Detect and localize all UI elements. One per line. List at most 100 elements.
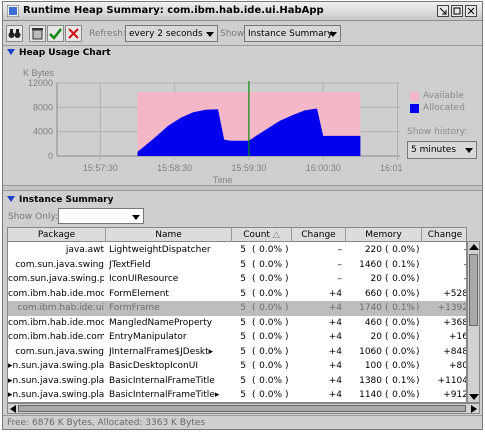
table-row[interactable]: ▸n.sun.java.swing.plaf.basic BasicInterna… <box>8 374 466 389</box>
instance-summary-section-header[interactable]: Instance Summary <box>7 195 114 205</box>
legend-available-label: Available <box>423 91 464 101</box>
heap-chart-section-header[interactable]: Heap Usage Chart <box>7 48 111 58</box>
col-name[interactable]: Name <box>106 228 232 242</box>
y-axis-label: K Bytes <box>23 68 55 78</box>
cell-memory: 1740 <box>359 303 382 313</box>
cell-memory-change: +528 <box>443 288 467 299</box>
cell-count-pct: 0.0% <box>259 390 282 400</box>
close-icon[interactable] <box>465 5 477 17</box>
table-row[interactable]: com.ibm.hab.ide.ui FormFrame 5(0.0%) +4 1740… <box>8 301 467 316</box>
cell-package: com.ibm.hab.ide.model <box>8 317 104 328</box>
col-memory[interactable]: Memory <box>346 228 422 242</box>
table-row[interactable]: com.sun.java.swing JInternalFrame$JDeskt▸… <box>8 345 466 360</box>
cell-mem-pct: 0.1% <box>392 303 415 313</box>
garbage-collect-button[interactable] <box>29 25 46 42</box>
cell-count-pct: 0.0% <box>259 375 282 386</box>
collapse-triangle-icon[interactable] <box>7 49 15 55</box>
collapse-triangle-icon[interactable] <box>7 196 15 202</box>
accept-button[interactable] <box>47 25 64 42</box>
cell-mem-pct: 0.0% <box>392 390 415 400</box>
legend-allocated-label: Allocated <box>423 103 465 113</box>
y-tick-label: 12000 <box>28 78 53 88</box>
cell-package: com.sun.java.swing <box>15 346 104 357</box>
col-count-change[interactable]: Change <box>292 228 346 242</box>
cell-count-paren-close: ) <box>285 245 289 255</box>
minimize-icon[interactable] <box>437 5 449 17</box>
chevron-down-icon <box>329 32 337 37</box>
cell-memory-change: – <box>422 245 467 255</box>
instance-summary-title: Instance Summary <box>19 195 114 205</box>
cell-package: com.ibm.hab.ide.common <box>8 332 104 342</box>
cell-mem-pct: 0.0% <box>392 274 415 284</box>
show-history-combo[interactable]: 5 minutes <box>407 141 477 159</box>
col-count-label: Count <box>243 230 270 240</box>
x-axis-label: Time <box>213 175 233 185</box>
table-row[interactable]: ▸n.sun.java.swing.plaf.basic BasicInterna… <box>8 388 467 402</box>
cell-count-change: – <box>337 245 343 255</box>
scroll-up-icon[interactable] <box>469 244 479 250</box>
cell-count: 5 <box>240 288 246 299</box>
col-package[interactable]: Package <box>8 228 106 242</box>
app-icon <box>7 5 19 17</box>
cell-count-pct: 0.0% <box>259 317 282 328</box>
cell-name: JInternalFrame$JDeskt▸ <box>109 346 214 357</box>
cell-memory: 1140 <box>359 390 382 400</box>
cell-count: 5 <box>240 245 246 255</box>
table-row[interactable]: java.awt LightweightDispatcher 5(0.0%) –220… <box>8 243 467 258</box>
cell-mem-pct: 0.1% <box>392 375 415 386</box>
show-history-value: 5 minutes <box>411 145 457 155</box>
refresh-label: Refresh: <box>89 29 127 39</box>
refresh-combo[interactable]: every 2 seconds <box>125 25 218 42</box>
col-count[interactable]: Count △ <box>232 228 292 242</box>
horizontal-scroll-thumb[interactable] <box>18 405 466 412</box>
cell-memory-change: +1392 <box>437 303 467 313</box>
show-only-combo[interactable] <box>58 208 144 224</box>
cell-count-pct: 0.0% <box>259 274 282 284</box>
vertical-scrollbar[interactable] <box>467 241 480 403</box>
refresh-combo-value: every 2 seconds <box>129 29 203 39</box>
table-row[interactable]: ▸n.sun.java.swing.plaf.basic BasicDesktop… <box>8 359 466 374</box>
scroll-left-icon[interactable] <box>10 405 16 413</box>
cell-count-pct: 0.0% <box>259 346 282 357</box>
scroll-down-icon[interactable] <box>469 394 479 400</box>
show-label: Show: <box>220 29 247 39</box>
cell-count-paren-close: ) <box>285 390 289 400</box>
maximize-icon[interactable] <box>451 5 463 17</box>
table-row[interactable]: com.ibm.hab.ide.commonEntryManipulator5(… <box>8 330 466 345</box>
table-row[interactable]: com.ibm.hab.ide.model FormElement 5(0.0%) +… <box>8 287 467 302</box>
cell-memory: 1060 <box>359 346 382 357</box>
cell-count: 5 <box>240 317 246 328</box>
vertical-scroll-thumb[interactable] <box>469 254 478 326</box>
x-tick-label: 16:01:30 <box>380 163 403 173</box>
binoculars-button[interactable] <box>6 25 23 42</box>
title-bar[interactable]: Runtime Heap Summary: com.ibm.hab.ide.ui… <box>3 2 482 21</box>
table-row[interactable]: com.ibm.hab.ide.model MangledNameProperty… <box>8 316 466 331</box>
cell-name: BasicDesktopIconUI <box>109 361 198 371</box>
y-tick-label: 4000 <box>33 127 53 137</box>
x-tick-label: 15:59:30 <box>231 163 266 173</box>
instance-table: Package Name Count △ Change Memory Chang… <box>7 227 467 403</box>
cell-count-paren-close: ) <box>285 303 289 313</box>
cell-count: 5 <box>240 375 246 386</box>
show-combo[interactable]: Instance Summary <box>244 25 341 42</box>
table-row[interactable]: com.sun.java.swing.plafIconUIResource5(0… <box>8 272 466 287</box>
horizontal-scrollbar[interactable] <box>7 403 480 414</box>
cell-memory: 660 <box>364 288 382 299</box>
status-bar: Free: 6876 K Bytes, Allocated: 3363 K By… <box>3 415 482 429</box>
scroll-right-icon[interactable] <box>471 405 477 413</box>
heap-summary-window: Runtime Heap Summary: com.ibm.hab.ide.ui… <box>2 1 483 430</box>
show-combo-value: Instance Summary <box>248 29 333 39</box>
cell-memory-change: +912 <box>443 390 467 400</box>
cancel-button[interactable] <box>65 25 82 42</box>
col-memory-change[interactable]: Change <box>422 228 466 242</box>
table-row[interactable]: com.sun.java.swing JTextField 5(0.0%) –1460… <box>8 258 467 273</box>
cell-count-paren-close: ) <box>285 346 289 357</box>
cell-package: java.awt <box>65 245 104 255</box>
cell-memory-change: – <box>422 260 467 270</box>
cell-count-change: +4 <box>328 303 342 313</box>
cell-count-pct: 0.0% <box>259 303 282 313</box>
cell-package: ▸n.sun.java.swing.plaf.basic <box>8 390 104 400</box>
cell-memory: 1380 <box>359 375 382 386</box>
split-pane-divider[interactable] <box>3 185 482 191</box>
legend-allocated-swatch <box>410 104 419 113</box>
